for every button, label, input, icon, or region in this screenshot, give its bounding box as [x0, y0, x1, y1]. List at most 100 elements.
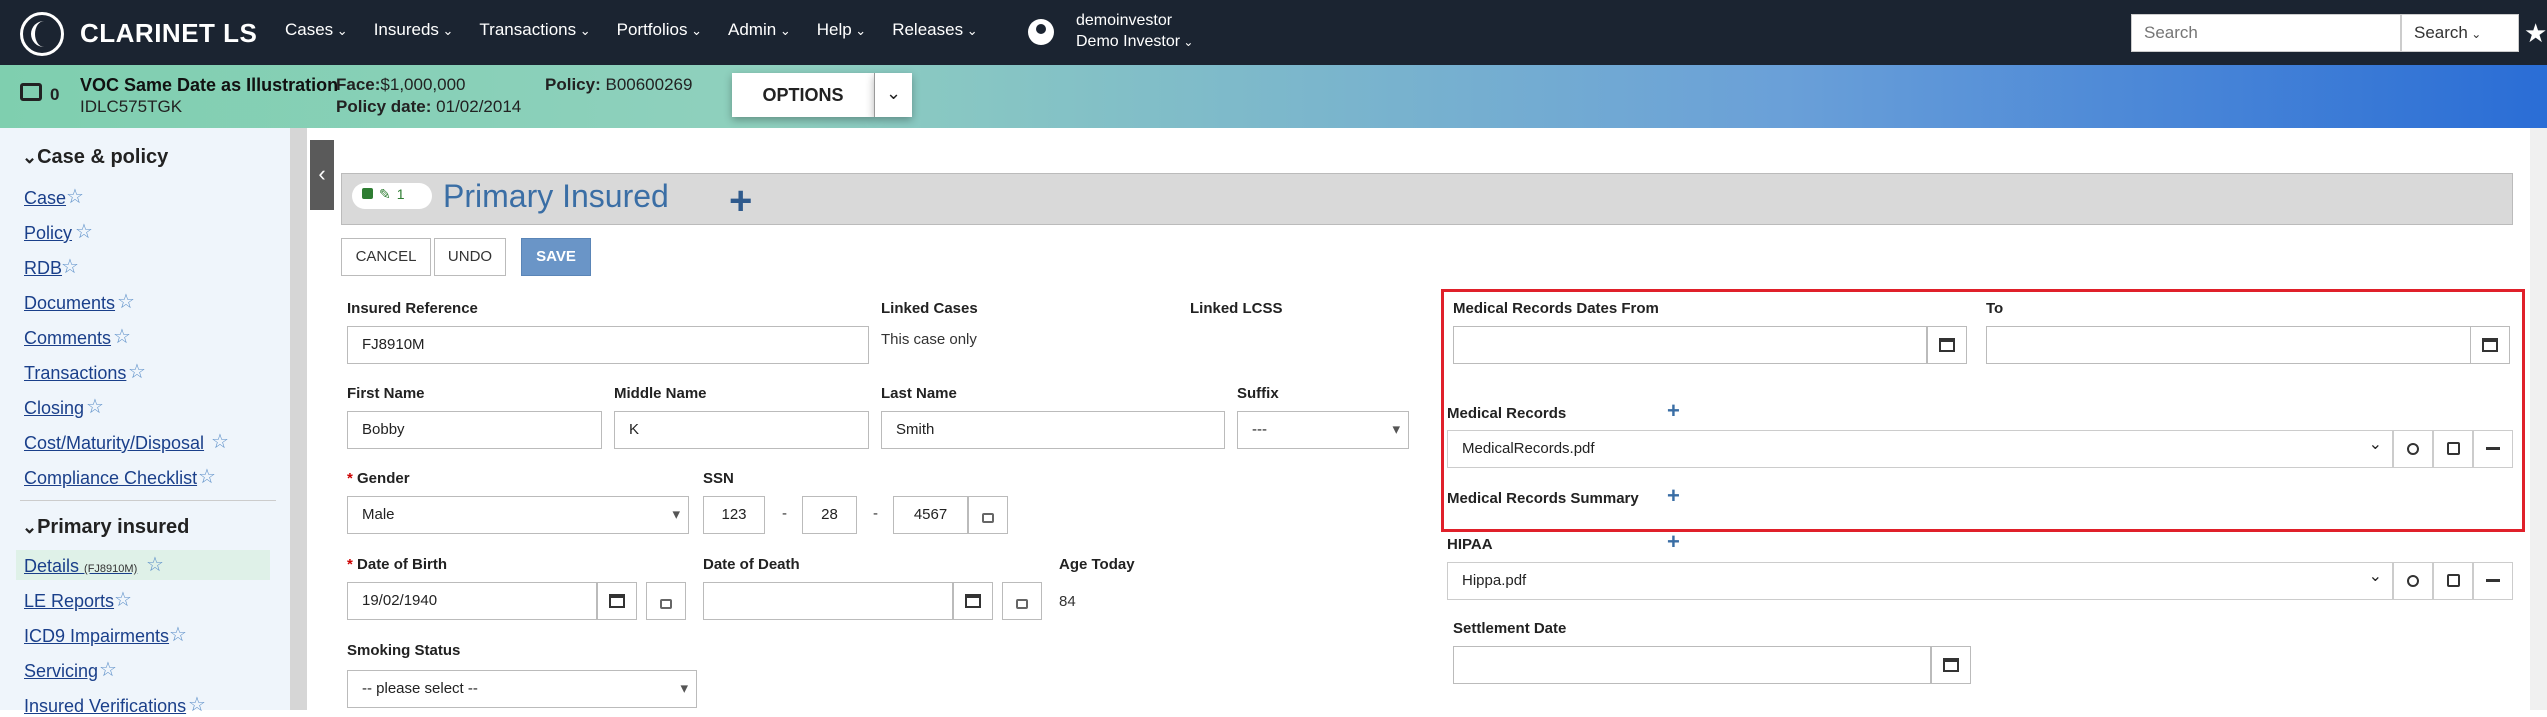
- sidebar-item-details[interactable]: Details (FJ8910M): [24, 556, 137, 577]
- sidebar-item-case[interactable]: Case: [24, 188, 66, 209]
- menu-releases[interactable]: Releases: [892, 20, 977, 40]
- favorites-star-icon[interactable]: ★: [2524, 18, 2547, 49]
- star-icon[interactable]: ☆: [61, 254, 79, 279]
- search-input[interactable]: [2131, 14, 2401, 52]
- sidebar-item-cost-maturity-disposal[interactable]: Cost/Maturity/Disposal: [24, 433, 204, 454]
- sidebar-item-servicing[interactable]: Servicing: [24, 661, 98, 682]
- sidebar-item-icd9-impairments[interactable]: ICD9 Impairments: [24, 626, 169, 647]
- first-name-input[interactable]: Bobby: [347, 411, 602, 449]
- policy-label: Policy:: [545, 75, 601, 94]
- middle-name-input[interactable]: K: [614, 411, 869, 449]
- sidebar-item-closing[interactable]: Closing: [24, 398, 84, 419]
- last-name-input[interactable]: Smith: [881, 411, 1225, 449]
- user-name[interactable]: demoinvestor: [1076, 9, 1172, 33]
- hipaa-search-icon[interactable]: [2393, 562, 2433, 600]
- hipaa-edit-icon[interactable]: [2433, 562, 2473, 600]
- star-icon[interactable]: ☆: [146, 552, 164, 577]
- ssn-part1-input[interactable]: 123: [703, 496, 765, 534]
- gender-select[interactable]: Male: [347, 496, 689, 534]
- medical-records-summary-label: Medical Records Summary: [1447, 490, 1639, 507]
- dod-unlock-icon[interactable]: [1002, 582, 1042, 620]
- star-icon[interactable]: ☆: [86, 394, 104, 419]
- age-today-label: Age Today: [1059, 556, 1135, 573]
- menu-cases[interactable]: Cases: [285, 20, 348, 40]
- dates-from-calendar-icon[interactable]: [1927, 326, 1967, 364]
- main-scrollbar[interactable]: [2530, 128, 2547, 710]
- sidebar-item-comments[interactable]: Comments: [24, 328, 111, 349]
- menu-transactions[interactable]: Transactions: [479, 20, 590, 40]
- star-icon[interactable]: ☆: [114, 587, 132, 612]
- clarinet-logo-icon[interactable]: [20, 12, 64, 56]
- add-insured-plus-icon[interactable]: +: [729, 181, 752, 221]
- dob-calendar-icon[interactable]: [597, 582, 637, 620]
- user-avatar-icon[interactable]: [1028, 19, 1054, 45]
- add-medical-record-plus-icon[interactable]: +: [1667, 398, 1680, 424]
- sidebar-item-insured-verifications[interactable]: Insured Verifications: [24, 696, 186, 717]
- sidebar-section-case-policy[interactable]: Case & policy: [22, 146, 168, 169]
- dod-calendar-icon[interactable]: [953, 582, 993, 620]
- options-dropdown-chevron-icon[interactable]: ⌄: [874, 73, 912, 117]
- menu-insureds[interactable]: Insureds: [374, 20, 454, 40]
- sidebar-item-le-reports[interactable]: LE Reports: [24, 591, 114, 612]
- add-medical-summary-plus-icon[interactable]: +: [1667, 483, 1680, 509]
- search-button[interactable]: Search: [2401, 14, 2519, 52]
- star-icon[interactable]: ☆: [66, 184, 84, 209]
- age-today-value: 84: [1059, 593, 1076, 610]
- star-icon[interactable]: ☆: [211, 429, 229, 454]
- suffix-select[interactable]: ---: [1237, 411, 1409, 449]
- dates-to-calendar-icon[interactable]: [2470, 326, 2510, 364]
- collapse-sidebar-chevron-icon[interactable]: ‹: [310, 140, 334, 210]
- user-display-name[interactable]: Demo Investor: [1076, 33, 1193, 51]
- star-icon[interactable]: ☆: [75, 219, 93, 244]
- dod-input[interactable]: [703, 582, 953, 620]
- medical-records-file-select[interactable]: MedicalRecords.pdf: [1447, 427, 2393, 468]
- menu-admin[interactable]: Admin: [728, 20, 791, 40]
- star-icon[interactable]: ☆: [169, 622, 187, 647]
- settlement-date-input[interactable]: [1453, 646, 1931, 684]
- policy-value: B00600269: [605, 75, 693, 94]
- undo-button[interactable]: UNDO: [434, 238, 506, 276]
- settlement-calendar-icon[interactable]: [1931, 646, 1971, 684]
- cancel-button[interactable]: CANCEL: [341, 238, 431, 276]
- options-button[interactable]: OPTIONS: [732, 73, 874, 117]
- insured-reference-input[interactable]: FJ8910M: [347, 326, 869, 364]
- gender-label: * Gender: [347, 470, 410, 487]
- star-icon[interactable]: ☆: [198, 464, 216, 489]
- medical-records-to-input[interactable]: [1986, 326, 2482, 364]
- sidebar-scrollbar[interactable]: [290, 128, 307, 710]
- ssn-part3-input[interactable]: 4567: [893, 496, 968, 534]
- dob-input[interactable]: 19/02/1940: [347, 582, 597, 620]
- menu-portfolios[interactable]: Portfolios: [617, 20, 702, 40]
- sidebar-item-policy[interactable]: Policy: [24, 223, 72, 244]
- hipaa-file-select[interactable]: Hippa.pdf: [1447, 559, 2393, 600]
- smoking-status-select[interactable]: -- please select --: [347, 670, 697, 708]
- save-button[interactable]: SAVE: [521, 238, 591, 276]
- sidebar-item-documents[interactable]: Documents: [24, 293, 115, 314]
- edit-lock-badge[interactable]: ✎ 1: [352, 183, 432, 209]
- hipaa-remove-icon[interactable]: [2473, 562, 2513, 600]
- lock-icon[interactable]: [20, 83, 42, 101]
- sidebar-item-compliance-checklist[interactable]: Compliance Checklist: [24, 468, 197, 489]
- ssn-unlock-icon[interactable]: [968, 496, 1008, 534]
- sidebar-item-details-label[interactable]: Details: [24, 556, 79, 576]
- star-icon[interactable]: ☆: [117, 289, 135, 314]
- app-brand[interactable]: CLARINET LS: [80, 18, 257, 49]
- dob-unlock-icon[interactable]: [646, 582, 686, 620]
- face-value: $1,000,000: [380, 75, 466, 94]
- star-icon[interactable]: ☆: [128, 359, 146, 384]
- sidebar-item-rdb[interactable]: RDB: [24, 258, 62, 279]
- add-hipaa-plus-icon[interactable]: +: [1667, 529, 1680, 555]
- star-icon[interactable]: ☆: [188, 692, 206, 717]
- sidebar-section-primary-insured[interactable]: Primary insured: [22, 516, 189, 539]
- menu-help[interactable]: Help: [817, 20, 866, 40]
- star-icon[interactable]: ☆: [99, 657, 117, 682]
- policy-date: Policy date: 01/02/2014: [336, 97, 521, 117]
- star-icon[interactable]: ☆: [113, 324, 131, 349]
- pencil-icon: ✎: [379, 186, 391, 202]
- ssn-part2-input[interactable]: 28: [802, 496, 857, 534]
- medical-records-dates-from-input[interactable]: [1453, 326, 1927, 364]
- sidebar-item-transactions[interactable]: Transactions: [24, 363, 126, 384]
- medical-records-edit-icon[interactable]: [2433, 430, 2473, 468]
- medical-records-remove-icon[interactable]: [2473, 430, 2513, 468]
- medical-records-search-icon[interactable]: [2393, 430, 2433, 468]
